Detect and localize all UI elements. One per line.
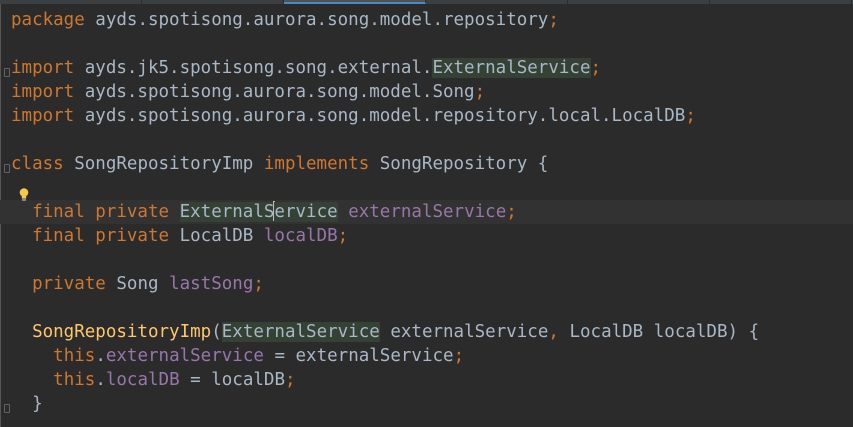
code-token: Song bbox=[105, 274, 170, 294]
code-token: final private bbox=[32, 226, 170, 246]
code-line[interactable]: SongRepositoryImp(ExternalService extern… bbox=[11, 320, 759, 344]
code-token: ; bbox=[548, 10, 559, 30]
code-token: ; bbox=[590, 58, 602, 78]
fold-marker-icon[interactable] bbox=[4, 68, 10, 77]
code-token: private bbox=[32, 274, 106, 294]
code-line[interactable]: ​ bbox=[11, 248, 759, 272]
code-line[interactable]: private Song lastSong; bbox=[11, 272, 759, 296]
fold-marker-icon[interactable] bbox=[4, 164, 10, 173]
code-token: LocalDB localDB) { bbox=[558, 322, 760, 342]
code-token: ; bbox=[474, 82, 486, 102]
code-token: ; bbox=[506, 202, 517, 222]
code-token: ayds.spotisong.aurora.song.model.reposit… bbox=[84, 10, 549, 30]
code-line[interactable]: this.localDB = localDB; bbox=[11, 368, 759, 392]
code-token: ExternalS bbox=[179, 202, 275, 222]
code-line[interactable]: ​ bbox=[11, 32, 759, 56]
code-line[interactable]: final private ExternalService externalSe… bbox=[11, 200, 759, 224]
source-code[interactable]: package ayds.spotisong.aurora.song.model… bbox=[11, 8, 759, 416]
code-token: } bbox=[11, 394, 43, 414]
code-line[interactable]: } bbox=[11, 392, 759, 416]
code-line[interactable]: import ayds.jk5.spotisong.song.external.… bbox=[11, 56, 759, 80]
code-token: ExternalService bbox=[432, 58, 591, 78]
code-token: lastSong bbox=[169, 274, 254, 294]
code-token: ; bbox=[685, 106, 696, 126]
code-token: = localDB bbox=[179, 370, 285, 390]
code-token: import bbox=[11, 82, 75, 102]
fold-marker-icon[interactable] bbox=[4, 404, 10, 413]
code-token: LocalDB bbox=[169, 226, 264, 246]
code-line[interactable]: this.externalService = externalService; bbox=[11, 344, 759, 368]
code-token: , bbox=[548, 322, 559, 342]
code-line[interactable]: package ayds.spotisong.aurora.song.model… bbox=[11, 8, 759, 32]
code-line[interactable]: ​ bbox=[11, 176, 759, 200]
code-token: implements bbox=[263, 154, 370, 174]
code-token: ExternalService bbox=[221, 322, 380, 342]
code-token: ( bbox=[211, 322, 222, 342]
code-token: package bbox=[11, 10, 85, 30]
code-token: . bbox=[95, 370, 106, 390]
code-token: localDB bbox=[263, 226, 338, 246]
code-token: SongRepositoryImp bbox=[63, 154, 264, 174]
code-token: externalService bbox=[105, 346, 264, 366]
code-token: SongRepositoryImp bbox=[32, 322, 212, 342]
code-token: . bbox=[95, 346, 106, 366]
code-line[interactable]: import ayds.spotisong.aurora.song.model.… bbox=[11, 104, 759, 128]
code-token: import bbox=[11, 106, 75, 126]
code-token: localDB bbox=[105, 370, 180, 390]
code-token: ; bbox=[337, 226, 349, 246]
code-token: ; bbox=[253, 274, 264, 294]
code-token: externalService bbox=[379, 322, 549, 342]
code-token: = externalService bbox=[263, 346, 454, 366]
code-line[interactable]: ​ bbox=[11, 296, 759, 320]
code-token: final private bbox=[32, 202, 170, 222]
code-token: import bbox=[11, 58, 75, 78]
code-line[interactable]: class SongRepositoryImp implements SongR… bbox=[11, 152, 759, 176]
code-token: class bbox=[11, 154, 64, 174]
code-token: this bbox=[53, 346, 96, 366]
code-token: externalService bbox=[348, 202, 507, 222]
code-token: ayds.spotisong.aurora.song.model.reposit… bbox=[74, 106, 686, 126]
code-token: SongRepository { bbox=[369, 154, 549, 174]
code-token: ervice bbox=[274, 202, 338, 222]
code-token: ; bbox=[453, 346, 465, 366]
code-token: ; bbox=[284, 370, 296, 390]
code-token: this bbox=[53, 370, 96, 390]
code-token: ayds.jk5.spotisong.song.external. bbox=[74, 58, 433, 78]
code-line[interactable]: final private LocalDB localDB; bbox=[11, 224, 759, 248]
code-line[interactable]: ​ bbox=[11, 128, 759, 152]
code-editor[interactable]: package ayds.spotisong.aurora.song.model… bbox=[0, 4, 853, 427]
code-line[interactable]: import ayds.spotisong.aurora.song.model.… bbox=[11, 80, 759, 104]
code-token: ayds.spotisong.aurora.song.model.Song bbox=[74, 82, 475, 102]
